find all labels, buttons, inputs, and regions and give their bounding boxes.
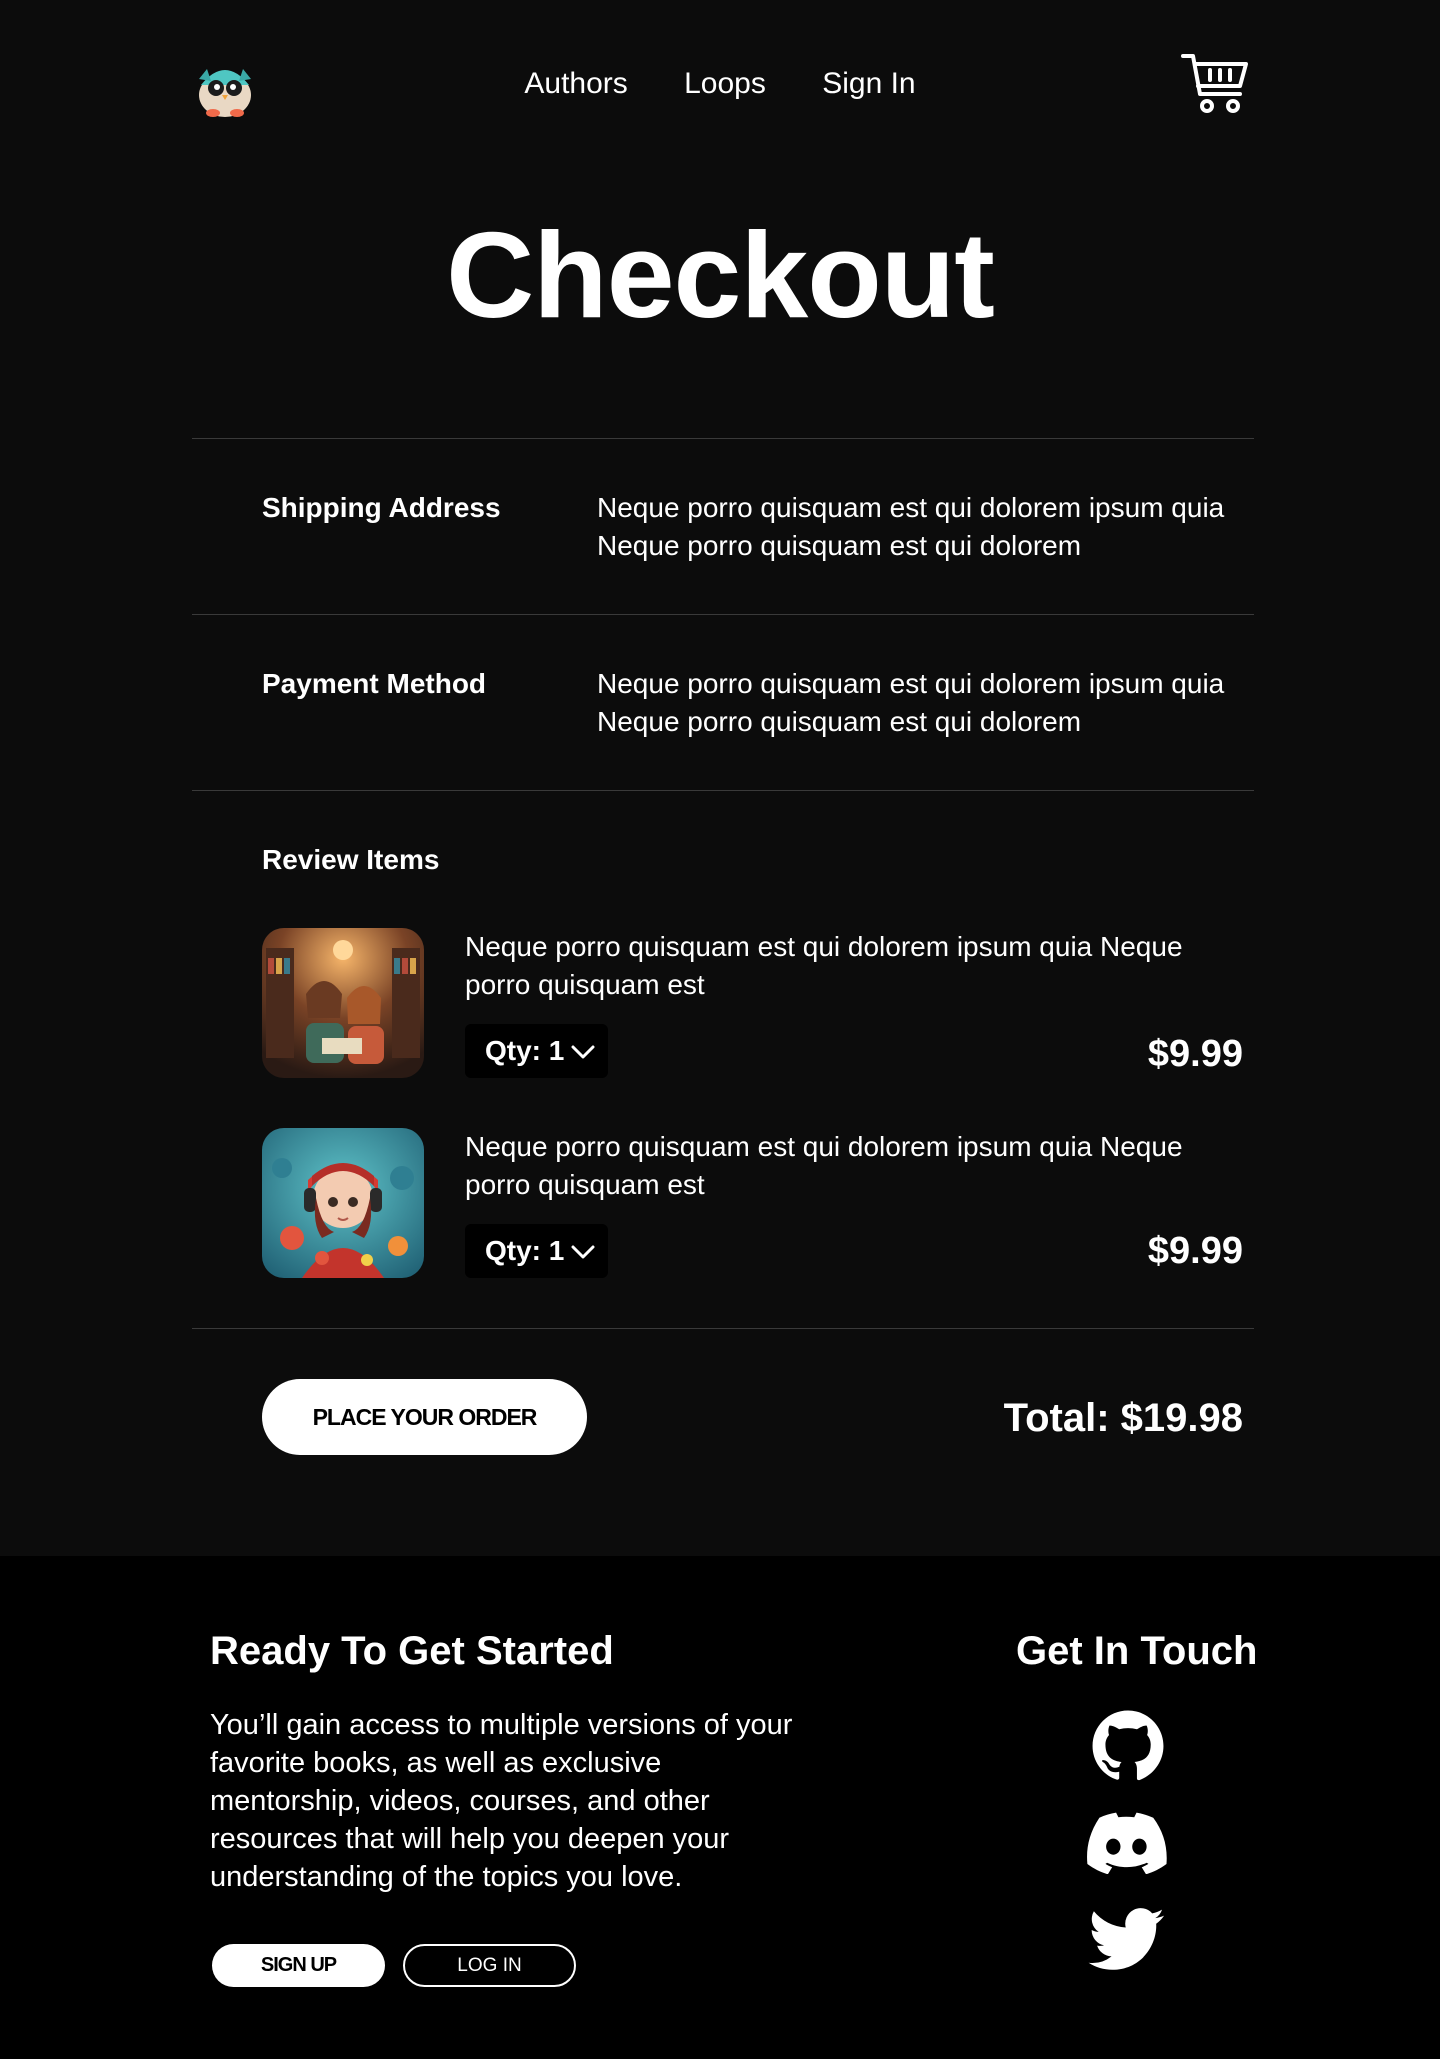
chevron-down-icon [571, 1045, 595, 1059]
quantity-value: Qty: 1 [485, 1235, 565, 1266]
place-order-button[interactable]: PLACE YOUR ORDER [262, 1379, 587, 1455]
quantity-dropdown[interactable]: Qty: 1 [465, 1224, 608, 1278]
site-header: Authors Loops Sign In [0, 0, 1440, 170]
quantity-dropdown[interactable]: Qty: 1 [465, 1024, 608, 1078]
payment-method-label: Payment Method [262, 668, 487, 699]
shopping-cart-icon[interactable] [1180, 50, 1250, 118]
divider [192, 1328, 1254, 1329]
nav-link-sign-in[interactable]: Sign In [822, 64, 915, 104]
divider [192, 790, 1254, 791]
shipping-address-value: Neque porro quisquam est qui dolorem ips… [597, 492, 1225, 561]
discord-icon[interactable] [1087, 1812, 1169, 1874]
page-title: Checkout [446, 207, 995, 343]
twitter-icon[interactable] [1088, 1908, 1166, 1972]
divider [192, 614, 1254, 615]
chevron-down-icon [571, 1245, 595, 1259]
review-items-label: Review Items [262, 844, 440, 875]
cozy-library-children-thumbnail[interactable] [262, 928, 424, 1078]
item-price: $9.99 [1147, 1230, 1243, 1272]
nav-link-loops[interactable]: Loops [684, 64, 766, 104]
payment-method-value: Neque porro quisquam est qui dolorem ips… [597, 668, 1225, 737]
github-icon[interactable] [1091, 1709, 1165, 1783]
footer-title: Ready To Get Started [210, 1629, 614, 1673]
order-total: Total: $19.98 [1003, 1396, 1243, 1440]
girl-with-headphones-thumbnail[interactable] [262, 1128, 424, 1278]
nav-link-authors[interactable]: Authors [524, 64, 627, 104]
quantity-value: Qty: 1 [485, 1035, 565, 1066]
footer-description: You’ll gain access to multiple versions … [210, 1709, 793, 1893]
divider [192, 438, 1254, 439]
item-description: Neque porro quisquam est qui dolorem ips… [465, 1131, 1183, 1200]
site-footer: Ready To Get Started You’ll gain access … [0, 1556, 1440, 2059]
log-in-button[interactable]: LOG IN [403, 1944, 576, 1987]
item-price: $9.99 [1147, 1033, 1243, 1075]
shipping-address-label: Shipping Address [262, 492, 501, 523]
sign-up-button[interactable]: SIGN UP [212, 1944, 385, 1987]
get-in-touch-title: Get In Touch [1016, 1629, 1258, 1673]
item-description: Neque porro quisquam est qui dolorem ips… [465, 931, 1183, 1000]
